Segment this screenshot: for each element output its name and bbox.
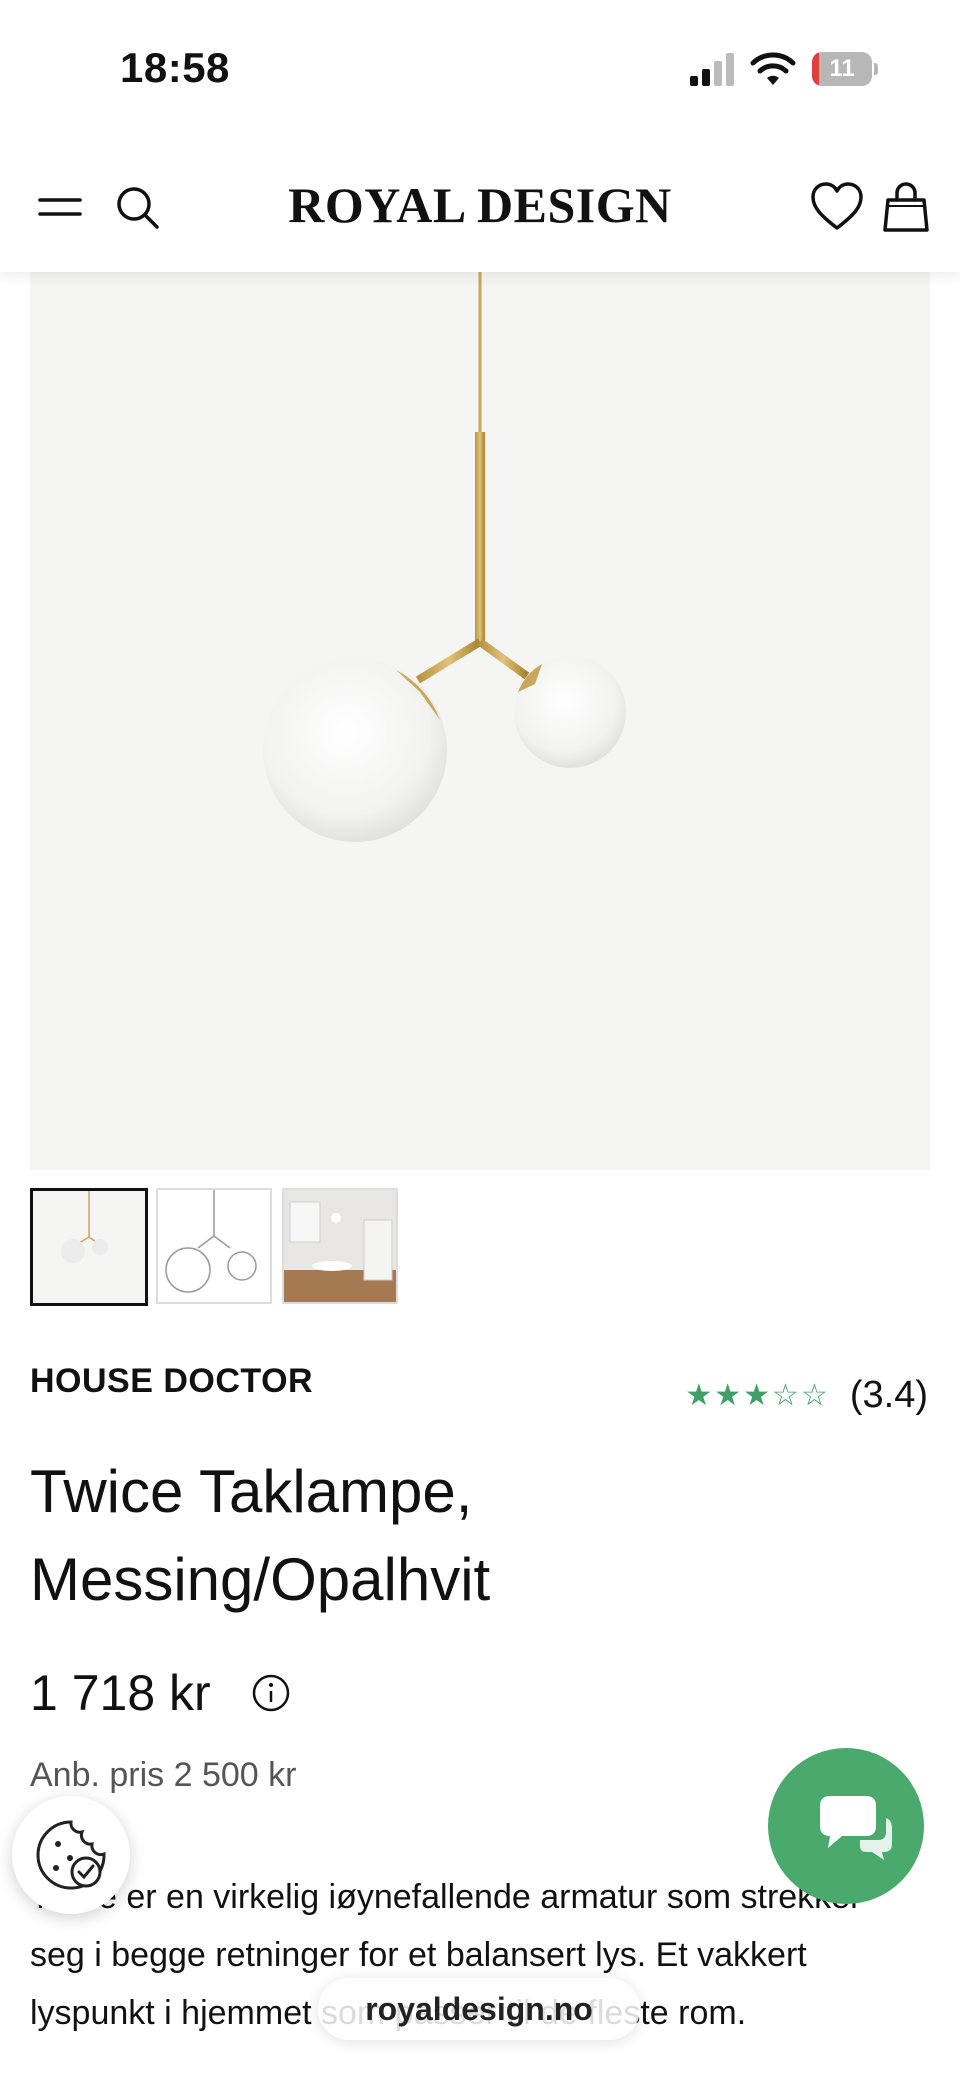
cellular-signal-icon: [690, 53, 734, 86]
info-icon[interactable]: [251, 1673, 291, 1713]
rating-stars: ★ ★ ★ ☆ ☆: [685, 1378, 830, 1413]
thumb-room-photo[interactable]: [282, 1188, 398, 1304]
battery-indicator: 11: [812, 52, 878, 88]
site-logo[interactable]: ROYAL DESIGN: [260, 176, 700, 234]
chat-button[interactable]: [768, 1748, 924, 1904]
bag-icon[interactable]: [882, 180, 930, 234]
pendant-lamp-illustration: [263, 272, 626, 842]
star-full-icon: ★: [714, 1378, 744, 1412]
search-icon[interactable]: [114, 184, 160, 230]
star-empty-icon: ☆: [772, 1378, 801, 1412]
wifi-icon: [750, 52, 796, 85]
product-title: Twice Taklampe, Messing/Opalhvit: [30, 1458, 491, 1613]
browser-url-bar[interactable]: royaldesign.no: [318, 1978, 640, 2040]
cookie-icon: [36, 1820, 106, 1890]
rating-value: (3.4): [849, 1373, 928, 1416]
price-row: 1 718 kr: [30, 1664, 291, 1722]
heart-icon[interactable]: [810, 180, 864, 234]
thumb-lamp-photo[interactable]: [30, 1188, 148, 1306]
product-price: 1 718 kr: [30, 1665, 211, 1721]
recommended-price: Anb. pris 2 500 kr: [30, 1756, 297, 1794]
menu-icon[interactable]: [38, 190, 82, 224]
star-full-icon: ★: [743, 1378, 773, 1412]
star-empty-icon: ☆: [800, 1378, 830, 1412]
thumb-dimension-drawing[interactable]: [156, 1188, 272, 1304]
brand-name[interactable]: HOUSE DOCTOR: [30, 1362, 313, 1401]
battery-level: 11: [829, 55, 855, 82]
site-header: ROYAL DESIGN: [0, 140, 960, 272]
cookie-settings-button[interactable]: [12, 1796, 130, 1914]
status-bar: 18:58 11: [0, 0, 960, 140]
chat-icon: [820, 1796, 892, 1860]
product-rating[interactable]: ★ ★ ★ ☆ ☆ (3.4): [685, 1374, 928, 1416]
product-main-image[interactable]: [30, 272, 930, 1170]
star-full-icon: ★: [685, 1378, 715, 1412]
status-time: 18:58: [120, 44, 230, 91]
